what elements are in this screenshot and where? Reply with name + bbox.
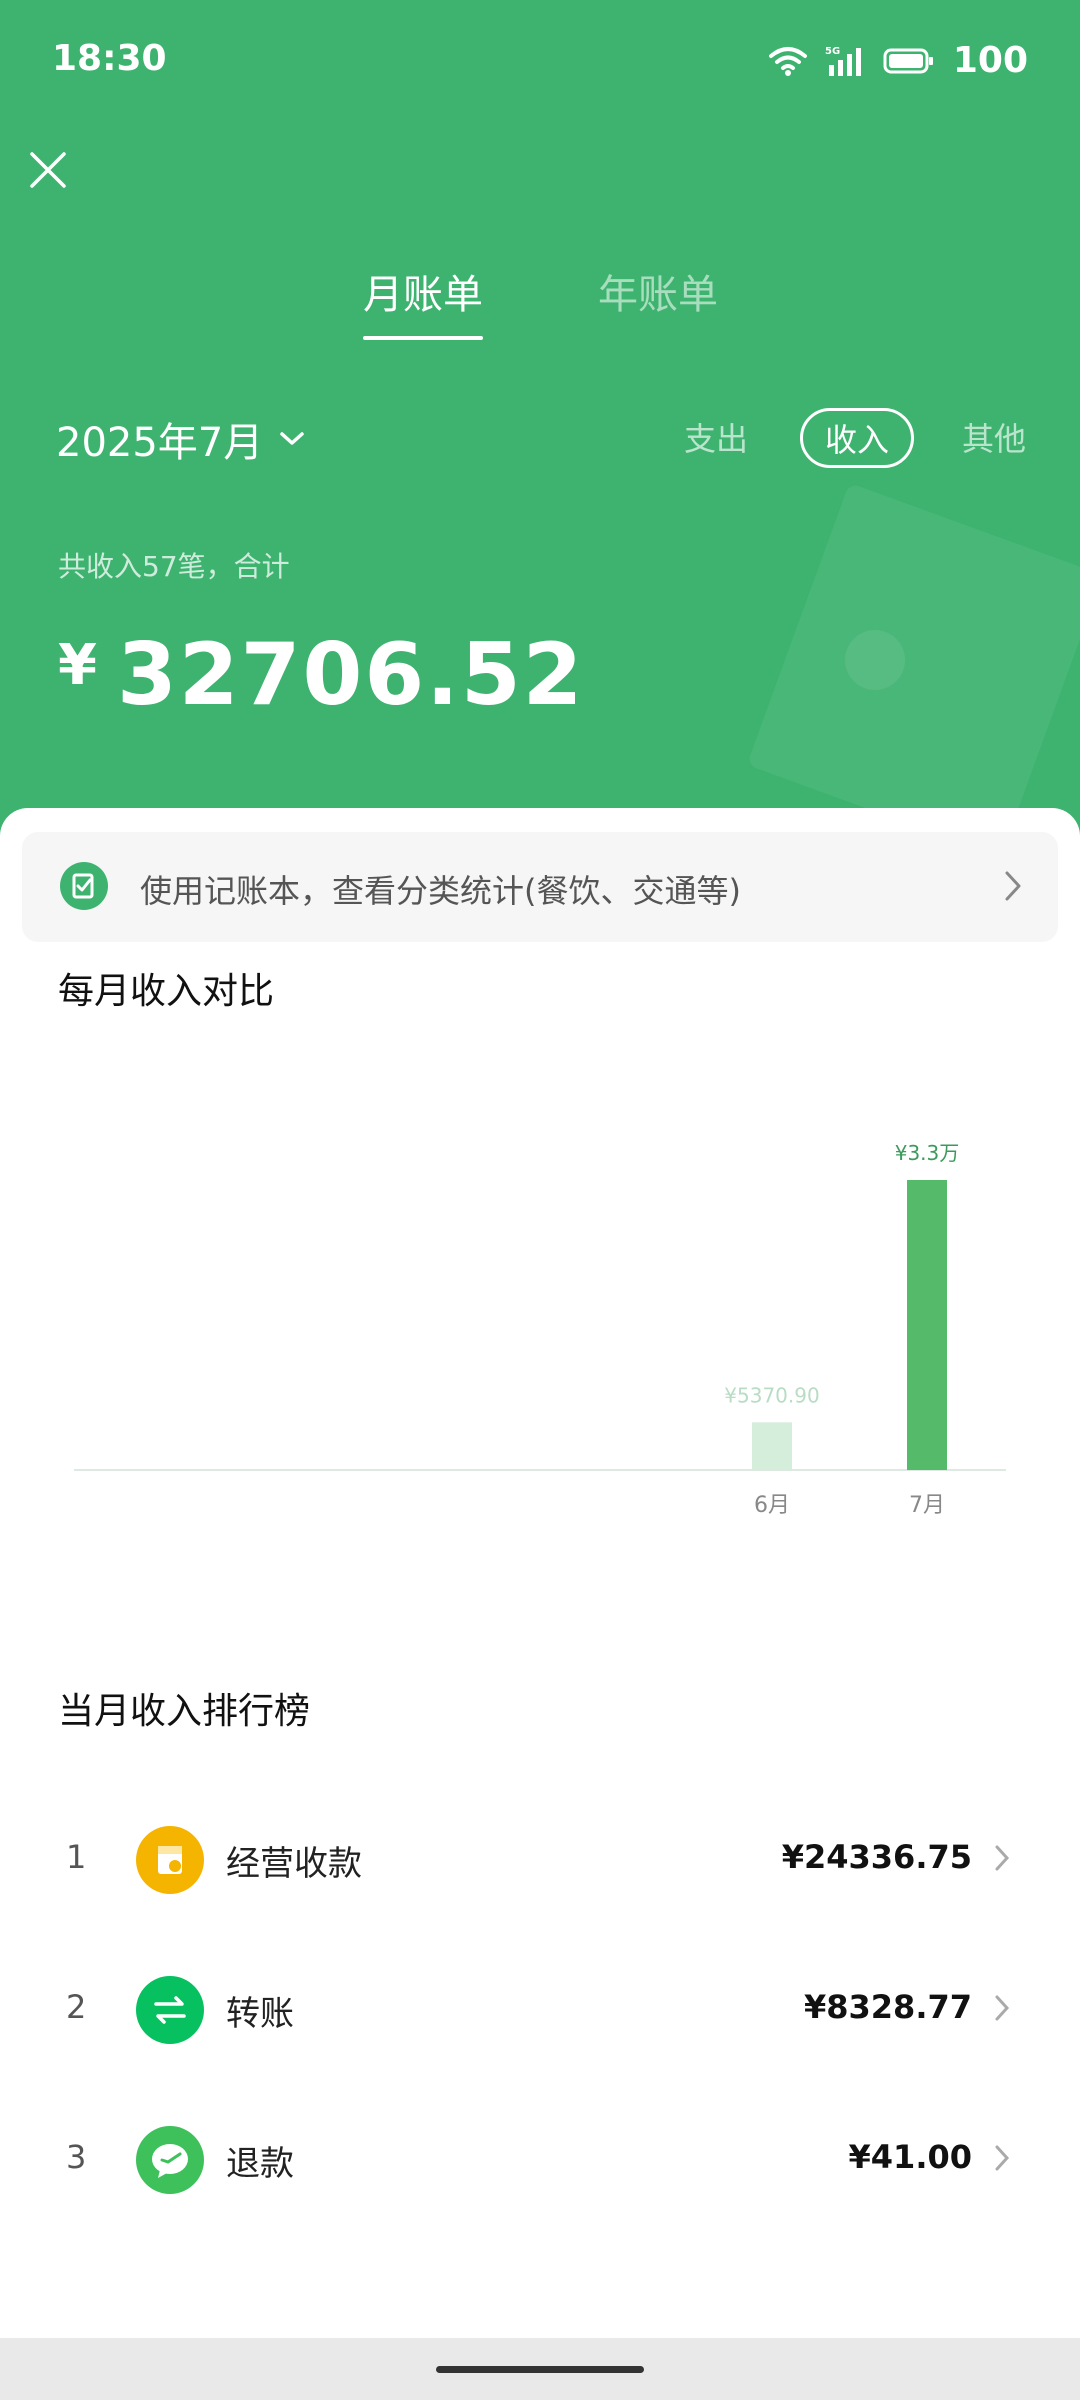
x-tick-label: 7月 xyxy=(909,1493,945,1518)
amount-value: 32706.52 xyxy=(116,625,585,725)
status-icons: 5G 100 xyxy=(768,40,1028,81)
header: 18:30 5G 100 月账单 年账单 2025年7月 支出 收入 其他 共收… xyxy=(0,0,1080,840)
rank-amount: ¥8328.77 xyxy=(803,1988,972,2026)
ledger-banner[interactable]: 使用记账本，查看分类统计(餐饮、交通等) xyxy=(22,832,1058,942)
chevron-down-icon xyxy=(280,432,304,445)
filter-other[interactable]: 其他 xyxy=(962,414,1026,460)
summary-label: 共收入57笔，合计 xyxy=(58,550,290,583)
decorative-card xyxy=(746,482,1080,840)
bar-7月[interactable] xyxy=(907,1180,947,1470)
tab-yearly-bill[interactable]: 年账单 xyxy=(598,262,718,320)
status-bar: 18:30 5G 100 xyxy=(0,0,1080,124)
currency-symbol: ¥ xyxy=(58,633,97,698)
ranking-row-3[interactable]: 3 退款 ¥41.00 xyxy=(0,2100,1080,2220)
ledger-icon xyxy=(60,862,108,910)
chevron-right-icon xyxy=(995,1845,1010,1871)
month-label: 2025年7月 xyxy=(56,420,264,466)
rank-number: 3 xyxy=(66,2138,87,2176)
x-tick-label: 6月 xyxy=(754,1493,790,1518)
rank-number: 1 xyxy=(66,1838,87,1876)
home-indicator[interactable] xyxy=(436,2366,644,2373)
filter-income[interactable]: 收入 xyxy=(800,408,915,468)
filter-expense[interactable]: 支出 xyxy=(684,414,748,460)
wifi-icon xyxy=(768,46,807,76)
chevron-right-icon xyxy=(995,1995,1010,2021)
month-picker[interactable]: 2025年7月 xyxy=(56,410,305,468)
close-icon[interactable] xyxy=(26,148,70,192)
refund-icon xyxy=(136,2126,204,2194)
tab-monthly-bill[interactable]: 月账单 xyxy=(363,262,483,340)
ranking-row-2[interactable]: 2 转账 ¥8328.77 xyxy=(0,1950,1080,2070)
chart-title: 每月收入对比 xyxy=(58,971,275,1012)
battery-level: 100 xyxy=(952,40,1028,81)
banner-text: 使用记账本，查看分类统计(餐饮、交通等) xyxy=(140,872,741,910)
monthly-income-chart: ¥5370.90 6月 ¥3.3万 7月 xyxy=(74,1141,1006,1518)
battery-icon xyxy=(883,48,933,73)
rank-name: 经营收款 xyxy=(226,1844,362,1884)
bar-value-label: ¥3.3万 xyxy=(895,1141,960,1165)
transfer-icon xyxy=(136,1976,204,2044)
rank-amount: ¥41.00 xyxy=(848,2138,972,2176)
rank-amount: ¥24336.75 xyxy=(781,1838,972,1876)
status-time: 18:30 xyxy=(52,38,167,79)
rank-number: 2 xyxy=(66,1988,87,2026)
bar-6月[interactable] xyxy=(752,1422,792,1470)
bar-value-label: ¥5370.90 xyxy=(724,1383,819,1407)
ranking-title: 当月收入排行榜 xyxy=(58,1691,311,1732)
rank-name: 转账 xyxy=(226,1994,294,2034)
bill-tabs: 月账单 年账单 xyxy=(0,262,1080,342)
chevron-right-icon xyxy=(1005,871,1021,901)
shop-icon xyxy=(136,1826,204,1894)
signal-icon: 5G xyxy=(825,46,861,76)
chevron-right-icon xyxy=(995,2145,1010,2171)
decorative-circle xyxy=(845,630,905,690)
rank-name: 退款 xyxy=(226,2144,294,2184)
ranking-row-1[interactable]: 1 经营收款 ¥24336.75 xyxy=(0,1800,1080,1920)
total-amount: ¥ 32706.52 xyxy=(58,625,585,725)
gesture-bar xyxy=(0,2338,1080,2400)
svg-text:5G: 5G xyxy=(825,46,840,57)
